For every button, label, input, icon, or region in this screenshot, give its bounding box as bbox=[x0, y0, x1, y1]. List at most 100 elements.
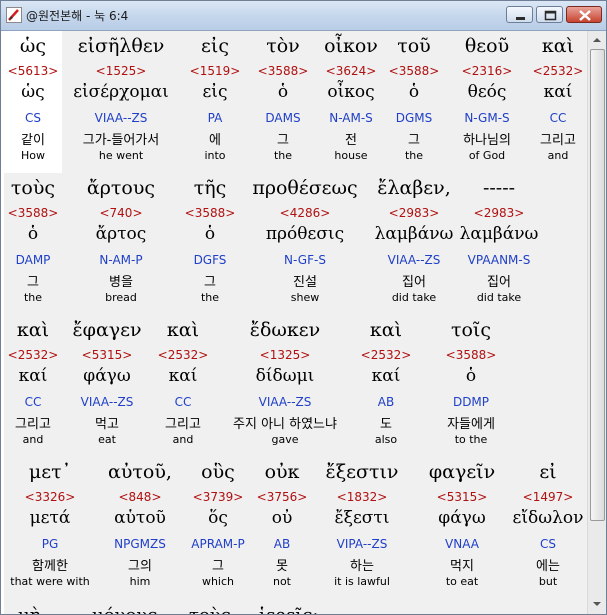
english-gloss: and bbox=[22, 433, 44, 446]
lemma: λαμβάνω bbox=[374, 224, 454, 244]
morphology-code: PG bbox=[41, 537, 59, 551]
word-column[interactable]: τοῖς <3588> ὁ DDMP 자들에게 to the bbox=[416, 315, 526, 457]
english-gloss: eat bbox=[98, 433, 116, 446]
lemma: καί bbox=[543, 82, 573, 102]
word-column[interactable]: αὐτοῦ, <848> αὑτοῦ NPGMZS 그의 him bbox=[96, 457, 184, 599]
partial-word: τοὺς bbox=[189, 605, 231, 614]
greek-word: προθέσεως bbox=[252, 177, 358, 199]
word-column[interactable]: ἔφαγεν <5315> φάγω VIAA--ZS 먹고 eat bbox=[62, 315, 152, 457]
english-gloss: he went bbox=[98, 149, 144, 162]
scroll-up-arrow-icon[interactable] bbox=[589, 32, 605, 48]
lemma: εἰσέρχομαι bbox=[73, 82, 169, 102]
word-column[interactable]: ἔδωκεν <1325> δίδωμι VIAA--ZS 주지 아니 하였느냐 gave bbox=[214, 315, 356, 457]
english-gloss: to eat bbox=[445, 575, 479, 588]
morphology-code: N-GM-S bbox=[464, 111, 510, 125]
lemma: ὅς bbox=[208, 508, 228, 528]
korean-gloss: 먹고 bbox=[95, 417, 119, 432]
scroll-down-arrow-icon[interactable] bbox=[589, 596, 605, 612]
interlinear-panel[interactable]: ὡς <5613> ὡς CS 같이 How εἰσῆλθεν <1525> εἰσέρχομα… bbox=[4, 31, 587, 614]
scrollbar-thumb[interactable] bbox=[590, 49, 605, 521]
english-gloss: but bbox=[538, 575, 558, 588]
greek-word: ἔφαγεν bbox=[72, 319, 142, 341]
word-column[interactable]: εἰσῆλθεν <1525> εἰσέρχομαι VIAA--ZS 그가-들어가서 h… bbox=[62, 31, 180, 173]
lemma: δίδωμι bbox=[255, 366, 315, 386]
korean-gloss: 그 bbox=[212, 559, 224, 574]
greek-word: καὶ bbox=[369, 319, 403, 341]
greek-word: θεοῦ bbox=[464, 35, 510, 57]
maximize-button[interactable] bbox=[536, 6, 563, 23]
title-bar[interactable]: @원전본해 - 눅 6:4 bbox=[1, 1, 606, 31]
verse-line: μετ᾽ <3326> μετά PG 함께한 that were with αὐτοῦ, <… bbox=[4, 457, 587, 599]
greek-word: τοῦ bbox=[397, 35, 431, 57]
word-column[interactable]: ὡς <5613> ὡς CS 같이 How bbox=[4, 31, 62, 173]
strong-number: <1519> bbox=[189, 64, 241, 78]
morphology-code: DGMS bbox=[395, 111, 433, 125]
word-column[interactable]: εἰ <1497> εἴδωλον CS 에는 but bbox=[512, 457, 584, 599]
greek-word: εἰσῆλθεν bbox=[77, 35, 165, 57]
lemma: εἰς bbox=[202, 82, 228, 102]
word-column[interactable]: εἰς <1519> εἰς PA 에 into bbox=[180, 31, 250, 173]
korean-gloss: 그리고 bbox=[540, 133, 576, 148]
close-icon bbox=[579, 10, 591, 21]
word-column[interactable]: οὐκ <3756> οὐ AB 못 not bbox=[252, 457, 312, 599]
strong-number: <3756> bbox=[256, 490, 308, 504]
word-column[interactable]: καὶ <2532> καί CC 그리고 and bbox=[4, 315, 62, 457]
word-column[interactable]: προθέσεως <4286> πρόθεσις N-GF-S 진설 shew bbox=[240, 173, 370, 315]
korean-gloss: 집어 bbox=[402, 275, 426, 290]
korean-gloss: 그 bbox=[277, 133, 289, 148]
word-column[interactable]: μετ᾽ <3326> μετά PG 함께한 that were with bbox=[4, 457, 96, 599]
english-gloss: and bbox=[547, 149, 569, 162]
close-button[interactable] bbox=[566, 6, 602, 23]
strong-number: <2532> bbox=[157, 348, 209, 362]
greek-word: ὡς bbox=[19, 35, 47, 57]
strong-number: <3326> bbox=[24, 490, 76, 504]
greek-word: οἶκον bbox=[324, 35, 378, 57]
lemma: φάγω bbox=[438, 508, 486, 528]
greek-word: τὸν bbox=[266, 35, 300, 57]
strong-number: <2532> bbox=[360, 348, 412, 362]
word-column[interactable]: καὶ <2532> καί AB 도 also bbox=[356, 315, 416, 457]
vertical-scrollbar[interactable] bbox=[587, 31, 606, 614]
lemma: φάγω bbox=[83, 366, 131, 386]
english-gloss: gave bbox=[271, 433, 299, 446]
greek-word: ἄρτους bbox=[86, 177, 156, 199]
minimize-icon bbox=[516, 17, 525, 20]
strong-number: <2983> bbox=[473, 206, 525, 220]
strong-number: <2532> bbox=[7, 348, 59, 362]
korean-gloss: 병을 bbox=[109, 275, 133, 290]
english-gloss: How bbox=[21, 149, 45, 162]
minimize-button[interactable] bbox=[506, 6, 533, 23]
lemma: λαμβάνω bbox=[459, 224, 539, 244]
word-column[interactable]: ----- <2983> λαμβάνω VPAANM-S 집어 did take bbox=[458, 173, 540, 315]
strong-number: <1832> bbox=[336, 490, 388, 504]
word-column[interactable]: τοὺς <3588> ὁ DAMP 그 the bbox=[4, 173, 62, 315]
morphology-code: N-AM-S bbox=[329, 111, 373, 125]
word-column[interactable]: οὓς <3739> ὅς APRAM-P 그 which bbox=[184, 457, 252, 599]
greek-word: καὶ bbox=[16, 319, 50, 341]
english-gloss: and bbox=[172, 433, 194, 446]
strong-number: <2316> bbox=[461, 64, 513, 78]
word-column[interactable]: ἄρτους <740> ἄρτος N-AM-P 병을 bread bbox=[62, 173, 180, 315]
word-column[interactable]: τῆς <3588> ὁ DGFS 그 the bbox=[180, 173, 240, 315]
word-column[interactable]: τὸν <3588> ὁ DAMS 그 the bbox=[250, 31, 316, 173]
word-column[interactable]: καὶ <2532> καί CC 그리고 and bbox=[532, 31, 584, 173]
greek-word: οὐκ bbox=[264, 461, 300, 483]
strong-number: <3624> bbox=[325, 64, 377, 78]
morphology-code: DAMP bbox=[15, 253, 51, 267]
word-column[interactable]: ἔξεστιν <1832> ἔξεστι VIPA--ZS 하는 it is lawfu… bbox=[312, 457, 412, 599]
morphology-code: VNAA bbox=[445, 537, 479, 551]
lemma: αὑτοῦ bbox=[114, 508, 166, 528]
word-column[interactable]: καὶ <2532> καί CC 그리고 and bbox=[152, 315, 214, 457]
partial-word: ἱερεῖς; bbox=[259, 605, 319, 614]
word-column[interactable]: φαγεῖν <5315> φάγω VNAA 먹지 to eat bbox=[412, 457, 512, 599]
morphology-code: AB bbox=[273, 537, 291, 551]
app-window: @원전본해 - 눅 6:4 ὡς <5613> ὡς CS 같이 How εἰσῆλθεν <… bbox=[0, 0, 607, 615]
morphology-code: VIAA--ZS bbox=[387, 253, 441, 267]
strong-number: <3588> bbox=[257, 64, 309, 78]
word-column[interactable]: ἔλαβεν, <2983> λαμβάνω VIAA--ZS 집어 did take bbox=[370, 173, 458, 315]
word-column[interactable]: οἶκον <3624> οἶκος N-AM-S 전 house bbox=[316, 31, 386, 173]
english-gloss: that were with bbox=[10, 575, 90, 588]
word-column[interactable]: τοῦ <3588> ὁ DGMS 그 the bbox=[386, 31, 442, 173]
word-column[interactable]: θεοῦ <2316> θεός N-GM-S 하나님의 of God bbox=[442, 31, 532, 173]
english-gloss: did take bbox=[476, 291, 522, 304]
